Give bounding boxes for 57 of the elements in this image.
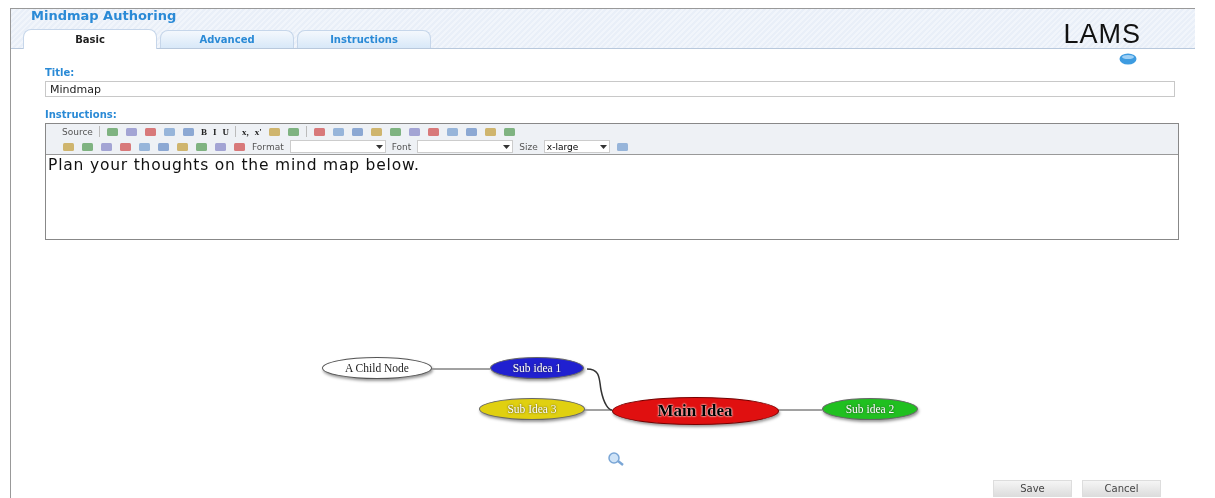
connector-line xyxy=(776,409,823,411)
toolbar-label[interactable]: Format xyxy=(252,141,284,152)
toolbar-icon[interactable] xyxy=(157,141,170,152)
toolbar-icon[interactable] xyxy=(138,141,151,152)
toolbar-label[interactable]: Font xyxy=(391,141,412,152)
toolbar-icon[interactable] xyxy=(176,141,189,152)
format-button[interactable]: U xyxy=(222,126,229,137)
caret-icon[interactable] xyxy=(503,144,511,149)
toolbar-icon[interactable] xyxy=(267,126,281,137)
toolbar-icon[interactable] xyxy=(100,141,113,152)
toolbar-icon[interactable] xyxy=(105,126,119,137)
toolbar-icon[interactable] xyxy=(162,126,176,137)
toolbar-label[interactable]: Source xyxy=(62,126,93,137)
toolbar-icon[interactable] xyxy=(124,126,138,137)
toolbar-icon[interactable] xyxy=(502,126,516,137)
toolbar-icon[interactable] xyxy=(369,126,383,137)
toolbar-dropdown[interactable]: x-large xyxy=(543,140,610,153)
toolbar-icon[interactable] xyxy=(181,126,195,137)
toolbar-icon[interactable] xyxy=(62,141,75,152)
toolbar-icon[interactable] xyxy=(331,126,345,137)
tab[interactable]: Basic xyxy=(23,29,157,49)
connector-line xyxy=(429,368,491,370)
toolbar-icon[interactable] xyxy=(445,126,459,137)
format-button[interactable]: I xyxy=(212,126,217,137)
format-button[interactable]: x, xyxy=(241,126,249,137)
mindmap-node[interactable]: Sub idea 1 xyxy=(490,357,584,379)
toolbar-icon[interactable] xyxy=(81,141,94,152)
magnifier-icon[interactable] xyxy=(608,452,624,466)
toolbar-icon[interactable] xyxy=(483,126,497,137)
caret-icon[interactable] xyxy=(375,144,383,149)
title-field[interactable]: Mindmap xyxy=(45,81,1175,97)
toolbar-label[interactable]: Size xyxy=(519,141,538,152)
toolbar-icon[interactable] xyxy=(407,126,421,137)
toolbar-icon[interactable] xyxy=(214,141,227,152)
toolbar-icon[interactable] xyxy=(312,126,326,137)
mindmap-node[interactable]: Main Idea xyxy=(611,397,779,425)
format-button[interactable]: x' xyxy=(254,126,262,137)
format-button[interactable]: B xyxy=(200,126,207,137)
save-button[interactable]: Save xyxy=(993,480,1072,497)
toolbar-icon[interactable] xyxy=(464,126,478,137)
toolbar-icon[interactable] xyxy=(286,126,300,137)
toolbar-icon[interactable] xyxy=(426,126,440,137)
mindmap-node[interactable]: A Child Node xyxy=(322,357,432,379)
page-title: Mindmap Authoring xyxy=(30,9,178,25)
toolbar-icon[interactable] xyxy=(233,141,246,152)
instructions-text[interactable]: Plan your thoughts on the mind map below. xyxy=(46,155,1178,175)
field-label: Instructions: xyxy=(45,109,118,122)
toolbar-icon[interactable] xyxy=(143,126,157,137)
toolbar-icon[interactable] xyxy=(388,126,402,137)
logo: LAMS xyxy=(1063,18,1142,48)
caret-icon[interactable] xyxy=(599,144,607,149)
cancel-button[interactable]: Cancel xyxy=(1082,480,1161,497)
toolbar-icon[interactable] xyxy=(119,141,132,152)
toolbar-icon[interactable] xyxy=(195,141,208,152)
toolbar-icon[interactable] xyxy=(350,126,364,137)
field-label: Title: xyxy=(45,67,76,80)
toolbar-icon[interactable] xyxy=(615,141,629,152)
